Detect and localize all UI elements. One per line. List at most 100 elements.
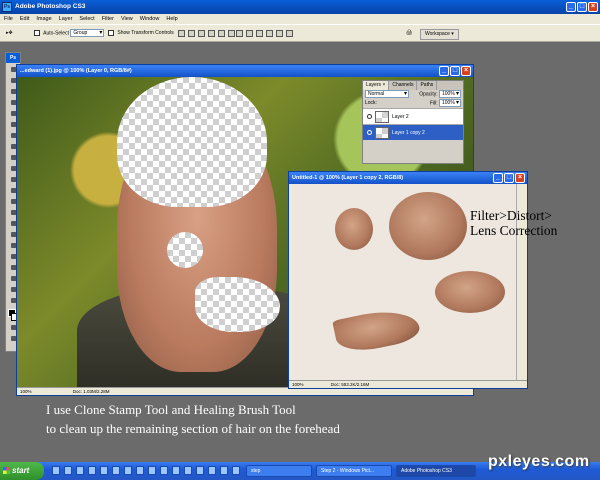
menu-file[interactable]: File [4, 14, 13, 24]
distribute-middle-icon[interactable] [246, 30, 253, 37]
doc-maximize-button[interactable]: □ [450, 66, 460, 76]
instruction-line1: I use Clone Stamp Tool and Healing Brush… [46, 402, 296, 417]
distribute-buttons [236, 30, 293, 37]
doc-size-info: Doc: 1.03M/2.28M [72, 389, 110, 394]
move-tool-preset-icon[interactable]: ▸✥ [6, 29, 13, 38]
quick-launch-app-icon[interactable] [160, 466, 168, 475]
tab-layers[interactable]: Layers × [363, 81, 390, 90]
quick-launch-folder-icon[interactable] [64, 466, 72, 475]
quick-launch-app-icon[interactable] [208, 466, 216, 475]
quick-launch-app-icon[interactable] [220, 466, 228, 475]
doc-close-button[interactable]: × [515, 173, 525, 183]
align-bottom-icon[interactable] [198, 30, 205, 37]
auto-select-option[interactable]: Auto-Select Group [34, 29, 105, 38]
fill-input[interactable]: 100% [439, 99, 461, 107]
align-middle-icon[interactable] [188, 30, 195, 37]
layer-thumbnail [375, 110, 389, 123]
quick-launch-desktop-icon[interactable] [88, 466, 96, 475]
window-controls: _ □ × [566, 2, 598, 12]
show-transform-option[interactable]: Show Transform Controls [108, 29, 174, 38]
quick-launch-app-icon[interactable] [172, 466, 180, 475]
visibility-eye-icon[interactable] [367, 114, 372, 119]
taskbar-item-photoshop[interactable]: Adobe Photoshop CS3 [396, 465, 476, 477]
doc-size-info: Doc: 553.2K/2.16M [330, 382, 370, 387]
layer-item-layer-1-copy-2[interactable]: Layer 1 copy 2 [363, 124, 463, 140]
quick-launch-ie-icon[interactable] [52, 466, 60, 475]
quick-launch-app-icon[interactable] [184, 466, 192, 475]
quick-launch-app-icon[interactable] [124, 466, 132, 475]
align-left-icon[interactable] [208, 30, 215, 37]
quick-launch-app-icon[interactable] [196, 466, 204, 475]
menu-help[interactable]: Help [166, 14, 177, 24]
quick-launch-app-icon[interactable] [112, 466, 120, 475]
doc-close-button[interactable]: × [461, 66, 471, 76]
menu-image[interactable]: Image [36, 14, 51, 24]
document-title-bar[interactable]: ...edward (1).jpg @ 100% (Layer 0, RGB/8… [17, 65, 473, 77]
visibility-eye-icon[interactable] [367, 130, 372, 135]
workspace-button[interactable]: Workspace ▾ [420, 29, 459, 40]
opacity-input[interactable]: 100% [439, 90, 461, 98]
document-status-bar: 100% Doc: 553.2K/2.16M [289, 380, 527, 388]
show-transform-checkbox[interactable] [108, 29, 114, 36]
auto-select-label: Auto-Select [43, 30, 69, 37]
taskbar-item-step[interactable]: step [246, 465, 312, 477]
document-title: Untitled-1 @ 100% (Layer 1 copy 2, RGB/8… [292, 175, 404, 181]
bridge-icon[interactable]: 🖨 [406, 29, 412, 38]
distribute-center-icon[interactable] [276, 30, 283, 37]
doc-maximize-button[interactable]: □ [504, 173, 514, 183]
toolbox-logo: Ps [6, 53, 20, 63]
menu-window[interactable]: Window [140, 14, 160, 24]
skin-piece-chin [332, 303, 422, 357]
doc-minimize-button[interactable]: _ [439, 66, 449, 76]
document-window-untitled: Untitled-1 @ 100% (Layer 1 copy 2, RGB/8… [288, 171, 528, 389]
app-title-bar: Ps Adobe Photoshop CS3 _ □ × [0, 0, 600, 14]
menu-edit[interactable]: Edit [20, 14, 29, 24]
layer-thumbnail [375, 126, 389, 139]
distribute-right-icon[interactable] [286, 30, 293, 37]
distribute-top-icon[interactable] [236, 30, 243, 37]
filter-annotation: Filter>Distort> Lens Correction [470, 208, 557, 238]
app-title: Adobe Photoshop CS3 [15, 3, 86, 10]
close-button[interactable]: × [588, 2, 598, 12]
filter-annotation-line1: Filter>Distort> [470, 208, 552, 223]
zoom-level[interactable]: 100% [20, 389, 32, 394]
distribute-left-icon[interactable] [266, 30, 273, 37]
instruction-line2: to clean up the remaining section of hai… [46, 421, 340, 436]
show-transform-label: Show Transform Controls [117, 30, 174, 36]
lock-row: Lock: Fill: 100% [363, 99, 463, 108]
quick-launch-app-icon[interactable] [100, 466, 108, 475]
layer-item-layer-2[interactable]: Layer 2 [363, 108, 463, 124]
blend-mode-dropdown[interactable]: Normal [365, 90, 409, 98]
layers-panel: Layers × Channels Paths Normal Opacity: … [362, 80, 464, 164]
tab-paths[interactable]: Paths [417, 81, 438, 90]
photoshop-logo-icon: Ps [2, 2, 12, 12]
align-center-icon[interactable] [218, 30, 225, 37]
quick-launch-app-icon[interactable] [148, 466, 156, 475]
auto-select-checkbox[interactable] [34, 30, 40, 36]
doc-minimize-button[interactable]: _ [493, 173, 503, 183]
menu-layer[interactable]: Layer [59, 14, 73, 24]
quick-launch-media-icon[interactable] [76, 466, 84, 475]
maximize-button[interactable]: □ [577, 2, 587, 12]
tab-channels[interactable]: Channels [389, 81, 418, 90]
auto-select-dropdown[interactable]: Group [70, 29, 105, 37]
filter-annotation-line2: Lens Correction [470, 223, 558, 238]
quick-launch-app-icon[interactable] [136, 466, 144, 475]
align-top-icon[interactable] [178, 30, 185, 37]
menu-filter[interactable]: Filter [102, 14, 114, 24]
taskbar-item-windows-picture-viewer[interactable]: Step 2 - Windows Pict... [316, 465, 392, 477]
layer-name: Layer 2 [392, 113, 409, 120]
quick-launch-app-icon[interactable] [232, 466, 240, 475]
site-watermark: pxleyes.com [488, 453, 590, 470]
start-button[interactable]: start [0, 462, 44, 480]
minimize-button[interactable]: _ [566, 2, 576, 12]
menu-select[interactable]: Select [79, 14, 94, 24]
menu-view[interactable]: View [121, 14, 133, 24]
fill-label: Fill: [429, 100, 438, 107]
instruction-annotation: I use Clone Stamp Tool and Healing Brush… [46, 400, 340, 438]
layer-name: Layer 1 copy 2 [392, 129, 425, 136]
distribute-bottom-icon[interactable] [256, 30, 263, 37]
align-right-icon[interactable] [228, 30, 235, 37]
zoom-level[interactable]: 100% [292, 382, 304, 387]
document-title-bar[interactable]: Untitled-1 @ 100% (Layer 1 copy 2, RGB/8… [289, 172, 527, 184]
